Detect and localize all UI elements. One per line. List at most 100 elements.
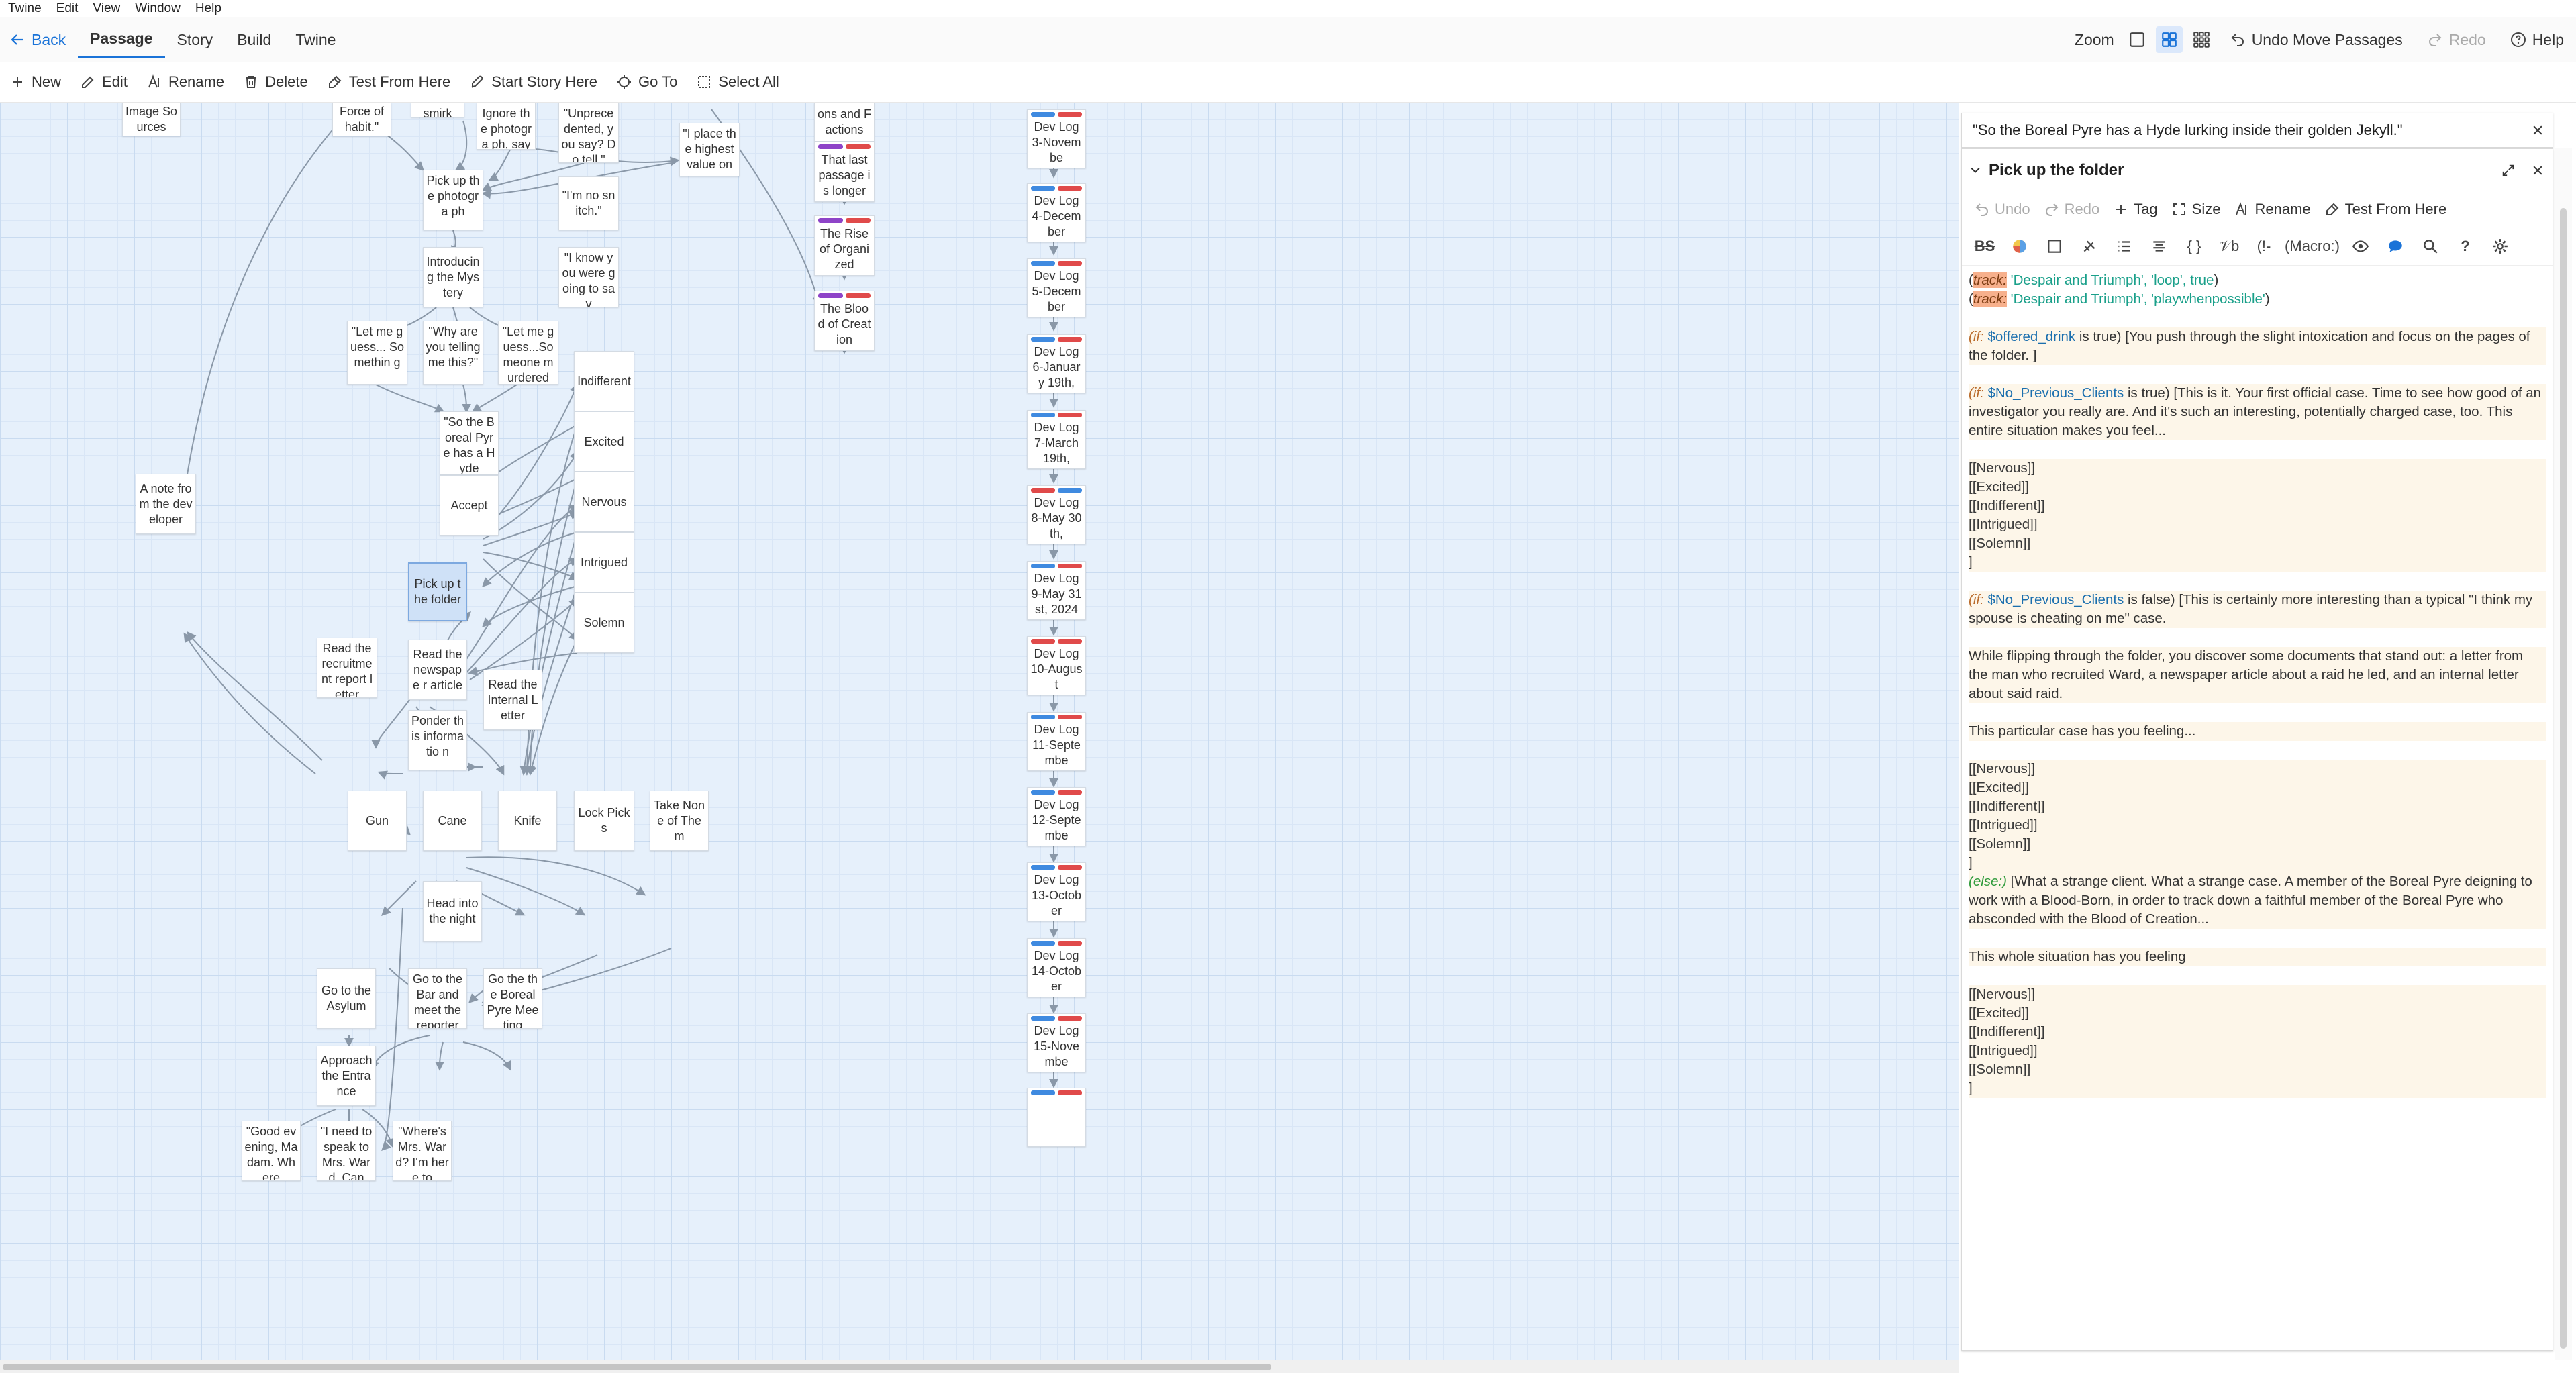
border-button[interactable] — [2037, 229, 2072, 264]
zoom-small-button[interactable] — [2188, 26, 2215, 53]
menu-view[interactable]: View — [85, 0, 128, 17]
edit-button[interactable]: Edit — [70, 66, 137, 98]
tooltip-button[interactable] — [2378, 229, 2413, 264]
passage-card[interactable]: The Rise of Organized — [814, 215, 875, 276]
menu-edit[interactable]: Edit — [49, 0, 86, 17]
bold-strike-button[interactable]: BS — [1967, 229, 2002, 264]
passage-card[interactable]: ons and Factions — [814, 103, 875, 142]
passage-card[interactable] — [1027, 1088, 1086, 1147]
collapsed-passage-dialog[interactable]: "So the Boreal Pyre has a Hyde lurking i… — [1961, 113, 2553, 148]
close-collapsed-dialog-button[interactable] — [2523, 115, 2553, 145]
passage-card[interactable]: Dev Log 13-October — [1027, 862, 1086, 921]
passage-card[interactable]: Head into the night — [423, 881, 482, 942]
dialog-size-button[interactable]: Size — [2165, 195, 2228, 224]
comment-macro-button[interactable]: (!- — [2246, 229, 2281, 264]
passage-card[interactable]: Dev Log 3-Novembe — [1027, 109, 1086, 168]
passage-card[interactable]: Approach the Entrance — [317, 1046, 376, 1106]
list-button[interactable] — [2107, 229, 2142, 264]
redo-button[interactable]: Redo — [2415, 21, 2498, 58]
zoom-medium-button[interactable] — [2155, 26, 2183, 53]
help-button[interactable]: Help — [2498, 21, 2576, 58]
passage-card[interactable]: Dev Log 8-May 30th, — [1027, 485, 1086, 544]
vertical-scroll-thumb[interactable] — [2560, 208, 2567, 1349]
passage-card[interactable]: Nervous — [574, 472, 634, 532]
macro-button[interactable]: (Macro:) — [2281, 229, 2343, 264]
passage-card[interactable]: Dev Log 15-Novembe — [1027, 1013, 1086, 1072]
tab-story[interactable]: Story — [165, 21, 226, 58]
passage-card[interactable]: Solemn — [574, 593, 634, 653]
passage-card[interactable]: Dev Log 4-December — [1027, 183, 1086, 242]
menu-window[interactable]: Window — [128, 0, 188, 17]
passage-card[interactable]: "Let me guess... Somethin g — [347, 321, 407, 385]
menu-twine[interactable]: Twine — [0, 0, 49, 17]
passage-card[interactable]: Dev Log 10-August — [1027, 636, 1086, 695]
passage-card[interactable]: Accept — [440, 475, 499, 536]
passage-text-editor[interactable]: (track: 'Despair and Triumph', 'loop', t… — [1962, 266, 2553, 1103]
dialog-tag-button[interactable]: Tag — [2106, 195, 2164, 224]
story-map-canvas[interactable]: Image Sources Force of habit." smirk Ign… — [0, 103, 1959, 1360]
dialog-test-button[interactable]: Test From Here — [2318, 195, 2454, 224]
collapsed-dialog-title[interactable]: "So the Boreal Pyre has a Hyde lurking i… — [1962, 121, 2523, 139]
align-button[interactable] — [2142, 229, 2177, 264]
passage-card[interactable]: Ponder this informatio n — [408, 710, 467, 770]
passage-card[interactable]: "I need to speak to Mrs. Ward. Can — [317, 1121, 376, 1181]
passage-card[interactable]: "I'm no snitch." — [558, 176, 619, 230]
close-dialog-button[interactable] — [2523, 156, 2553, 185]
passage-card[interactable]: Knife — [498, 791, 557, 851]
passage-card[interactable]: Read the recruitme nt report letter — [317, 638, 377, 698]
passage-card[interactable]: Introducin g the Mystery — [423, 247, 483, 307]
maximize-dialog-button[interactable] — [2493, 156, 2523, 185]
passage-card[interactable]: Dev Log 12-Septembe — [1027, 787, 1086, 846]
passage-card[interactable]: Dev Log 6-January 19th, — [1027, 334, 1086, 393]
passage-card[interactable]: A note from the developer — [136, 474, 196, 534]
passage-card[interactable]: Dev Log 5-December — [1027, 258, 1086, 317]
tab-twine[interactable]: Twine — [283, 21, 348, 58]
dialog-rename-button[interactable]: Rename — [2227, 195, 2317, 224]
select-all-button[interactable]: Select All — [687, 66, 789, 98]
passage-card[interactable]: Dev Log 14-October — [1027, 938, 1086, 997]
passage-card[interactable]: Pick up the photogra ph — [423, 170, 483, 230]
passage-card[interactable]: Lock Picks — [574, 791, 634, 851]
transition-button[interactable] — [2072, 229, 2107, 264]
dialog-undo-button[interactable]: Undo — [1967, 195, 2037, 224]
passage-card[interactable]: Read the Internal Letter — [483, 670, 542, 730]
passage-card[interactable]: Gun — [348, 791, 407, 851]
preview-button[interactable] — [2343, 229, 2378, 264]
passage-card[interactable]: "Let me guess...So meone murdered — [498, 321, 558, 385]
passage-card[interactable]: Indifferent — [574, 351, 634, 411]
test-from-here-button[interactable]: Test From Here — [317, 66, 460, 98]
variable-button[interactable]: 𝒱b — [2212, 229, 2246, 264]
find-button[interactable] — [2413, 229, 2448, 264]
passage-card[interactable]: "Where's Mrs. Ward? I'm here to — [393, 1121, 452, 1181]
passage-card[interactable]: "I know you were going to say — [558, 247, 619, 307]
passage-card[interactable]: Cane — [423, 791, 482, 851]
passage-card[interactable]: Go the the Boreal Pyre Meeting — [483, 968, 542, 1029]
passage-card[interactable]: "Why are you telling me this?" — [423, 321, 483, 385]
passage-card[interactable]: Dev Log 9-May 31st, 2024 — [1027, 561, 1086, 620]
passage-card[interactable]: Image Sources — [122, 103, 181, 136]
menu-help[interactable]: Help — [188, 0, 229, 17]
back-button[interactable]: Back — [0, 21, 78, 58]
passage-card[interactable]: "Unprece dented, you say? Do tell." — [558, 103, 619, 163]
hook-button[interactable]: { } — [2177, 229, 2212, 264]
passage-card[interactable]: Intrigued — [574, 532, 634, 593]
zoom-large-button[interactable] — [2124, 26, 2150, 53]
tab-build[interactable]: Build — [225, 21, 283, 58]
undo-button[interactable]: Undo Move Passages — [2218, 21, 2415, 58]
passage-card[interactable]: Dev Log 11-Septembe — [1027, 712, 1086, 771]
passage-card-selected[interactable]: Pick up the folder — [408, 562, 467, 621]
color-button[interactable] — [2002, 229, 2037, 264]
delete-button[interactable]: Delete — [234, 66, 317, 98]
passage-card[interactable]: Dev Log 7-March 19th, — [1027, 410, 1086, 469]
passage-card[interactable]: Force of habit." — [332, 103, 391, 136]
passage-card[interactable]: "Good evening, Madam. Where — [242, 1121, 301, 1181]
passage-card[interactable]: "I place the highest value on — [679, 123, 740, 176]
passage-card[interactable]: Read the newspape r article — [408, 640, 467, 700]
horizontal-scroll-thumb[interactable] — [3, 1364, 1271, 1370]
passage-card[interactable]: Ignore the photogra ph, say you're not — [477, 103, 536, 150]
start-story-here-button[interactable]: Start Story Here — [460, 66, 607, 98]
tab-passage[interactable]: Passage — [78, 21, 165, 58]
dialog-redo-button[interactable]: Redo — [2037, 195, 2107, 224]
vertical-scrollbar[interactable] — [2555, 148, 2572, 1360]
help-button-editor[interactable]: ? — [2448, 229, 2483, 264]
